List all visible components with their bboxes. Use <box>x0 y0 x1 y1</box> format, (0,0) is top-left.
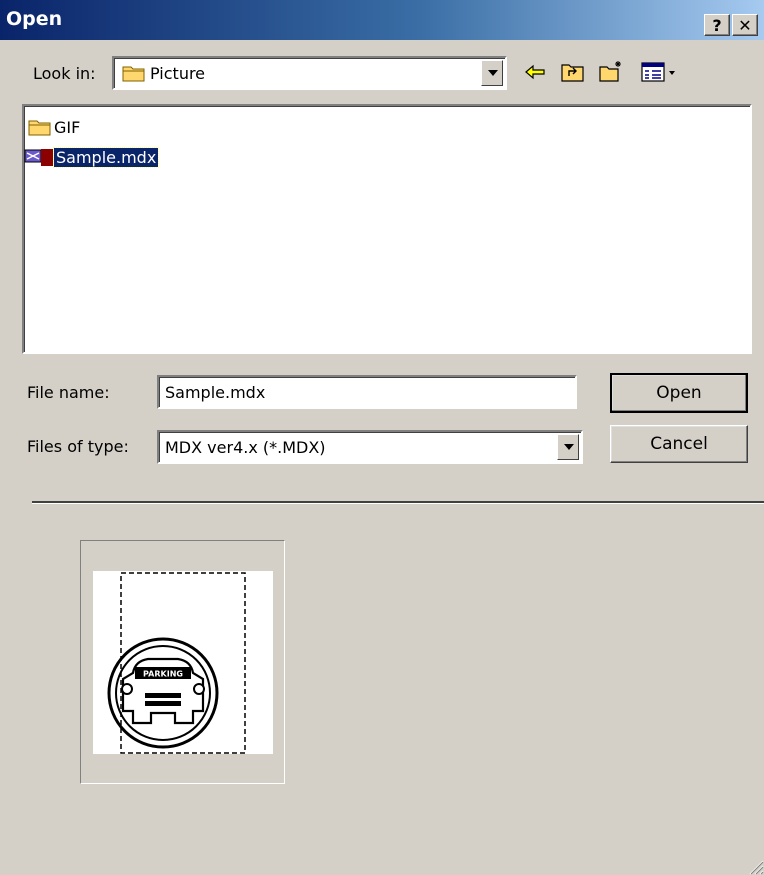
file-name-label: File name: <box>27 383 110 402</box>
close-button[interactable]: ✕ <box>732 14 758 36</box>
parking-badge-preview: PARKING <box>107 572 246 754</box>
up-folder-icon[interactable] <box>560 59 586 85</box>
folder-icon <box>28 120 51 136</box>
cancel-button[interactable]: Cancel <box>610 425 748 463</box>
file-type-value: MDX ver4.x (*.MDX) <box>165 438 326 457</box>
title-bar[interactable]: Open ? ✕ <box>0 0 764 40</box>
file-name-value: Sample.mdx <box>165 383 266 402</box>
look-in-value: Picture <box>150 64 206 83</box>
folder-icon <box>122 66 145 82</box>
back-icon[interactable] <box>522 59 548 85</box>
resize-grip-icon[interactable] <box>744 855 764 875</box>
file-name-input[interactable]: Sample.mdx <box>157 375 577 409</box>
list-item-gif-folder[interactable]: GIF <box>28 116 82 138</box>
new-folder-icon[interactable] <box>598 59 624 85</box>
view-menu-icon[interactable] <box>640 59 680 85</box>
window-title: Open <box>6 8 63 30</box>
open-button[interactable]: Open <box>610 373 748 413</box>
file-type-dropdown-arrow[interactable] <box>557 434 579 460</box>
separator <box>32 501 764 504</box>
list-item-label: Sample.mdx <box>52 146 160 168</box>
look-in-combo[interactable]: Picture <box>112 56 507 90</box>
open-dialog: Open ? ✕ Look in: Picture GIF Sample.mdx… <box>0 0 764 875</box>
list-item-label: GIF <box>54 117 81 137</box>
list-item-sample-mdx[interactable]: Sample.mdx <box>24 146 160 168</box>
file-type-label: Files of type: <box>27 437 129 456</box>
file-list[interactable]: GIF Sample.mdx <box>22 104 752 354</box>
look-in-dropdown-arrow[interactable] <box>481 60 503 86</box>
look-in-label: Look in: <box>33 64 96 83</box>
preview-image: PARKING <box>93 571 273 754</box>
file-type-combo[interactable]: MDX ver4.x (*.MDX) <box>157 430 583 464</box>
help-button[interactable]: ? <box>704 14 730 36</box>
mdx-file-icon <box>24 149 53 166</box>
badge-text: PARKING <box>143 670 183 679</box>
